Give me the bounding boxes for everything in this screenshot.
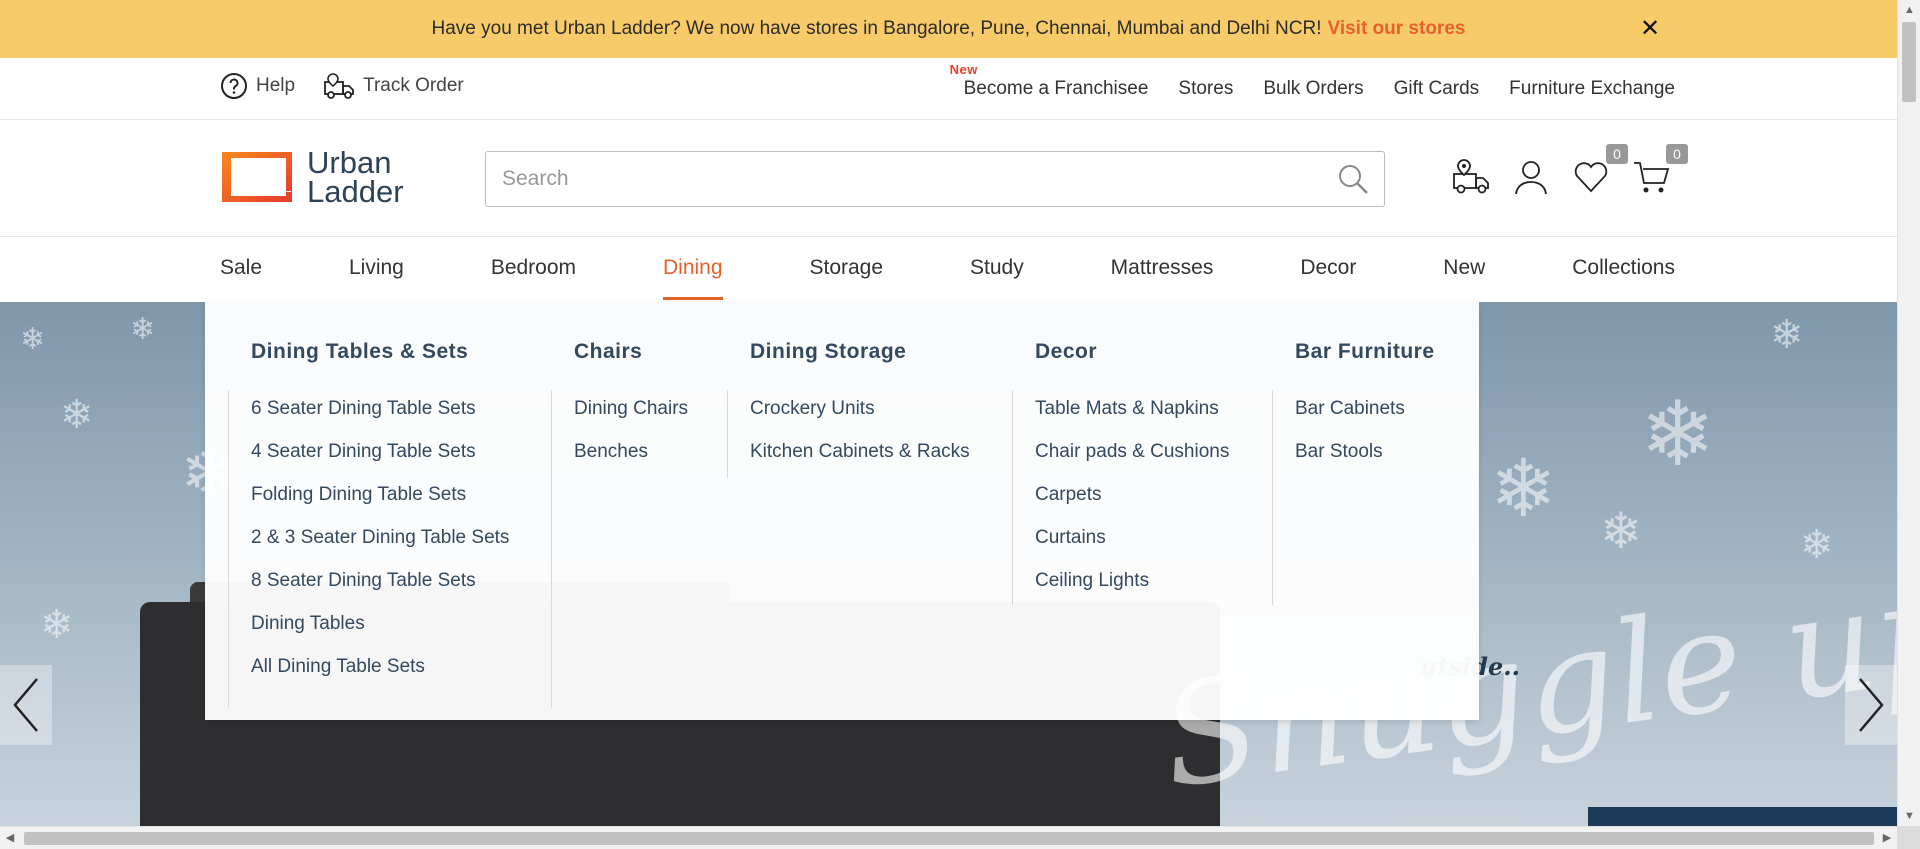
nav-item-bedroom[interactable]: Bedroom: [491, 237, 576, 302]
menu-heading[interactable]: Dining Tables & Sets: [251, 340, 468, 364]
menu-link[interactable]: Crockery Units: [750, 397, 970, 440]
hero-cta-strip[interactable]: [1588, 807, 1897, 826]
scroll-down-arrow-icon[interactable]: ▼: [1898, 806, 1920, 826]
menu-heading[interactable]: Bar Furniture: [1295, 340, 1435, 364]
menu-link[interactable]: Dining Chairs: [574, 397, 688, 440]
wishlist-button[interactable]: 0: [1572, 144, 1628, 196]
menu-link[interactable]: All Dining Table Sets: [251, 655, 509, 698]
column-divider: [228, 390, 229, 708]
scrollbar-thumb[interactable]: [1902, 22, 1916, 102]
site-header: Urban Ladder 0 0: [0, 120, 1897, 237]
column-divider: [1012, 390, 1013, 605]
snowflake-icon: ❄: [1770, 313, 1804, 357]
new-badge: New: [949, 62, 978, 77]
chevron-left-icon: [13, 678, 38, 732]
help-icon: [221, 73, 247, 99]
menu-link[interactable]: Chair pads & Cushions: [1035, 440, 1229, 483]
nav-item-dining[interactable]: Dining: [662, 237, 723, 302]
snowflake-icon: ❄: [1640, 385, 1716, 485]
visit-stores-link[interactable]: Visit our stores: [1327, 18, 1465, 40]
column-divider: [727, 390, 728, 478]
search-input[interactable]: [486, 152, 1384, 206]
chevron-right-icon: [1859, 678, 1884, 732]
stores-link[interactable]: Stores: [1178, 78, 1233, 100]
menu-link[interactable]: Benches: [574, 440, 688, 483]
search-icon[interactable]: [1336, 162, 1370, 196]
promo-banner: Have you met Urban Ladder? We now have s…: [0, 0, 1897, 58]
column-divider: [1272, 390, 1273, 605]
menu-link[interactable]: Carpets: [1035, 483, 1229, 526]
heart-icon: [1574, 162, 1608, 193]
scroll-left-arrow-icon[interactable]: ◀: [0, 827, 20, 849]
snowflake-icon: ❄: [1800, 523, 1834, 567]
close-icon[interactable]: ✕: [1636, 14, 1664, 42]
column-divider: [551, 390, 552, 708]
logo-text-line2: Ladder: [307, 174, 404, 209]
menu-link[interactable]: Bar Cabinets: [1295, 397, 1405, 440]
snowflake-icon: ❄: [130, 313, 156, 346]
cart-button[interactable]: 0: [1632, 144, 1688, 196]
menu-link[interactable]: Bar Stools: [1295, 440, 1405, 483]
gift-cards-link[interactable]: Gift Cards: [1394, 78, 1480, 100]
menu-link[interactable]: 2 & 3 Seater Dining Table Sets: [251, 526, 509, 569]
furniture-exchange-link[interactable]: Furniture Exchange: [1509, 78, 1675, 100]
menu-link[interactable]: 8 Seater Dining Table Sets: [251, 569, 509, 612]
help-link[interactable]: Help: [220, 72, 295, 100]
help-label: Help: [256, 75, 296, 96]
horizontal-scrollbar[interactable]: ◀ ▶: [0, 826, 1897, 849]
vertical-scrollbar[interactable]: ▲ ▼: [1897, 0, 1920, 826]
utility-bar: Help Track Order New Become a Franchisee…: [0, 58, 1897, 120]
search-box: [485, 151, 1385, 207]
store-locator-icon: [1453, 159, 1489, 194]
nav-item-new[interactable]: New: [1443, 237, 1485, 302]
menu-link[interactable]: Folding Dining Table Sets: [251, 483, 509, 526]
scrollbar-thumb[interactable]: [24, 832, 1874, 845]
menu-link[interactable]: Curtains: [1035, 526, 1229, 569]
nav-item-living[interactable]: Living: [349, 237, 404, 302]
menu-link[interactable]: Ceiling Lights: [1035, 569, 1229, 612]
urban-ladder-logo[interactable]: Urban Ladder: [221, 145, 404, 209]
bulk-orders-link[interactable]: Bulk Orders: [1263, 78, 1363, 100]
nav-item-decor[interactable]: Decor: [1300, 237, 1356, 302]
cart-icon: [1634, 162, 1670, 193]
menu-link[interactable]: 6 Seater Dining Table Sets: [251, 397, 509, 440]
snowflake-icon: ❄: [20, 323, 46, 356]
main-nav: Sale Living Bedroom Dining Storage Study…: [0, 237, 1897, 302]
account-button[interactable]: [1512, 158, 1550, 196]
snowflake-icon: ❄: [60, 393, 94, 437]
menu-heading[interactable]: Decor: [1035, 340, 1097, 364]
scrollbar-corner: [1897, 826, 1920, 849]
nav-item-mattresses[interactable]: Mattresses: [1111, 237, 1214, 302]
scroll-up-arrow-icon[interactable]: ▲: [1898, 0, 1920, 20]
nav-item-storage[interactable]: Storage: [809, 237, 883, 302]
menu-heading[interactable]: Chairs: [574, 340, 642, 364]
carousel-next-button[interactable]: [1845, 665, 1897, 745]
menu-link[interactable]: 4 Seater Dining Table Sets: [251, 440, 509, 483]
track-order-link[interactable]: Track Order: [323, 72, 464, 100]
franchisee-label: Become a Franchisee: [963, 78, 1149, 99]
truck-icon: [324, 73, 354, 99]
user-icon: [1515, 161, 1547, 195]
menu-heading[interactable]: Dining Storage: [750, 340, 906, 364]
snowflake-icon: ❄: [1600, 503, 1642, 559]
logo-mark-icon: [222, 152, 292, 202]
become-franchisee-link[interactable]: New Become a Franchisee: [950, 62, 1149, 100]
menu-link[interactable]: Kitchen Cabinets & Racks: [750, 440, 970, 483]
nav-item-collections[interactable]: Collections: [1572, 237, 1675, 302]
store-locator-button[interactable]: [1452, 158, 1490, 196]
cart-count-badge: 0: [1666, 144, 1688, 164]
scroll-right-arrow-icon[interactable]: ▶: [1877, 827, 1897, 849]
logo-text-line1: Urban: [307, 145, 392, 180]
nav-item-sale[interactable]: Sale: [220, 237, 262, 302]
menu-link[interactable]: Dining Tables: [251, 612, 509, 655]
wishlist-count-badge: 0: [1606, 144, 1628, 164]
snowflake-icon: ❄: [40, 603, 74, 647]
dining-mega-menu: Dining Tables & Sets 6 Seater Dining Tab…: [205, 302, 1479, 720]
track-order-label: Track Order: [363, 75, 464, 96]
carousel-prev-button[interactable]: [0, 665, 52, 745]
menu-link[interactable]: Table Mats & Napkins: [1035, 397, 1229, 440]
nav-item-study[interactable]: Study: [970, 237, 1024, 302]
snowflake-icon: ❄: [1490, 444, 1558, 533]
promo-message: Have you met Urban Ladder? We now have s…: [431, 18, 1322, 39]
